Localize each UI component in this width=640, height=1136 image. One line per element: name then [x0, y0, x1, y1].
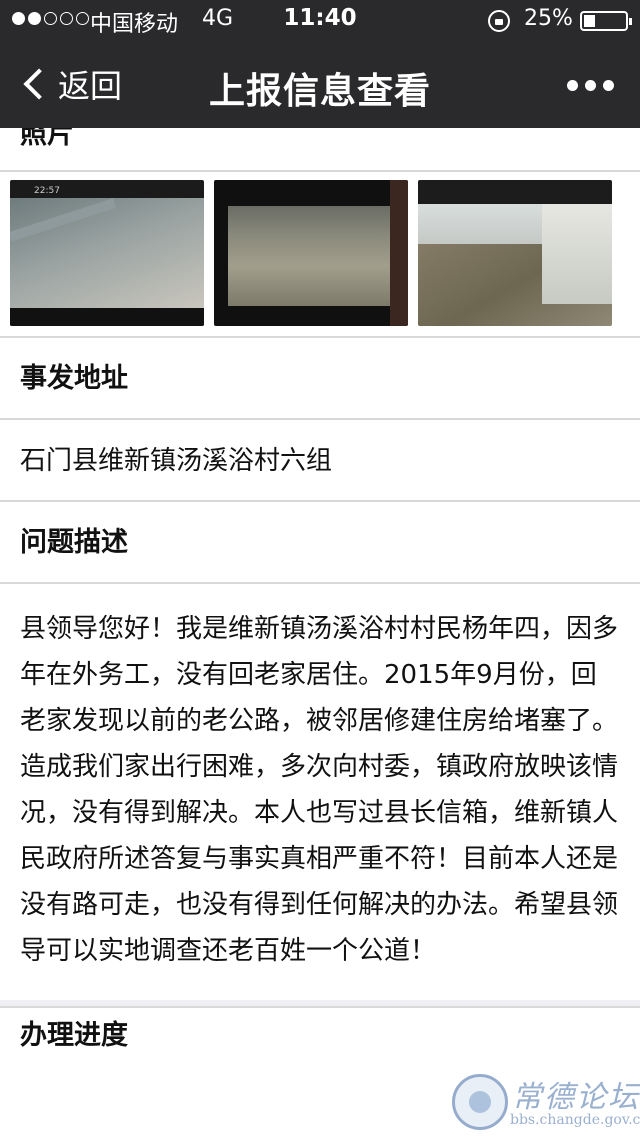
watermark-url: bbs.changde.gov.cn	[510, 1112, 640, 1128]
photo-timestamp: 22:57	[34, 186, 60, 196]
description-label: 问题描述	[0, 502, 640, 584]
top-bar: 中国移动 4G 11:40 25% 返回 上报信息查看	[0, 0, 640, 128]
forum-watermark: 常德论坛 bbs.changde.gov.cn	[452, 1070, 640, 1136]
status-bar: 中国移动 4G 11:40 25%	[0, 0, 640, 40]
photos-label: 照片	[0, 128, 640, 172]
house-yard-photo[interactable]	[418, 180, 612, 326]
forum-logo-icon	[452, 1074, 508, 1130]
address-value: 石门县维新镇汤溪浴村六组	[0, 420, 640, 502]
blocked-road-photo[interactable]	[214, 180, 408, 326]
battery-icon	[580, 11, 632, 31]
watermark-title: 常德论坛	[512, 1080, 640, 1115]
navigation-bar: 返回 上报信息查看	[0, 40, 640, 128]
photo-gallery: 22:57	[0, 172, 640, 338]
more-dots-icon[interactable]	[567, 80, 614, 91]
road-photo[interactable]: 22:57	[10, 180, 204, 326]
rotation-lock-icon	[488, 10, 510, 32]
page-title: 上报信息查看	[208, 71, 431, 112]
report-detail: 照片 22:57 事发地址 石门县维新镇汤溪浴村六组 问题描述 县领导您好！我是…	[0, 128, 640, 1064]
progress-label: 办理进度	[20, 1020, 128, 1051]
battery-percent: 25%	[524, 6, 573, 31]
address-label: 事发地址	[0, 338, 640, 420]
section-divider	[0, 1000, 640, 1008]
description-text: 县领导您好！我是维新镇汤溪浴村村民杨年四，因多年在外务工，没有回老家居住。201…	[20, 614, 619, 966]
